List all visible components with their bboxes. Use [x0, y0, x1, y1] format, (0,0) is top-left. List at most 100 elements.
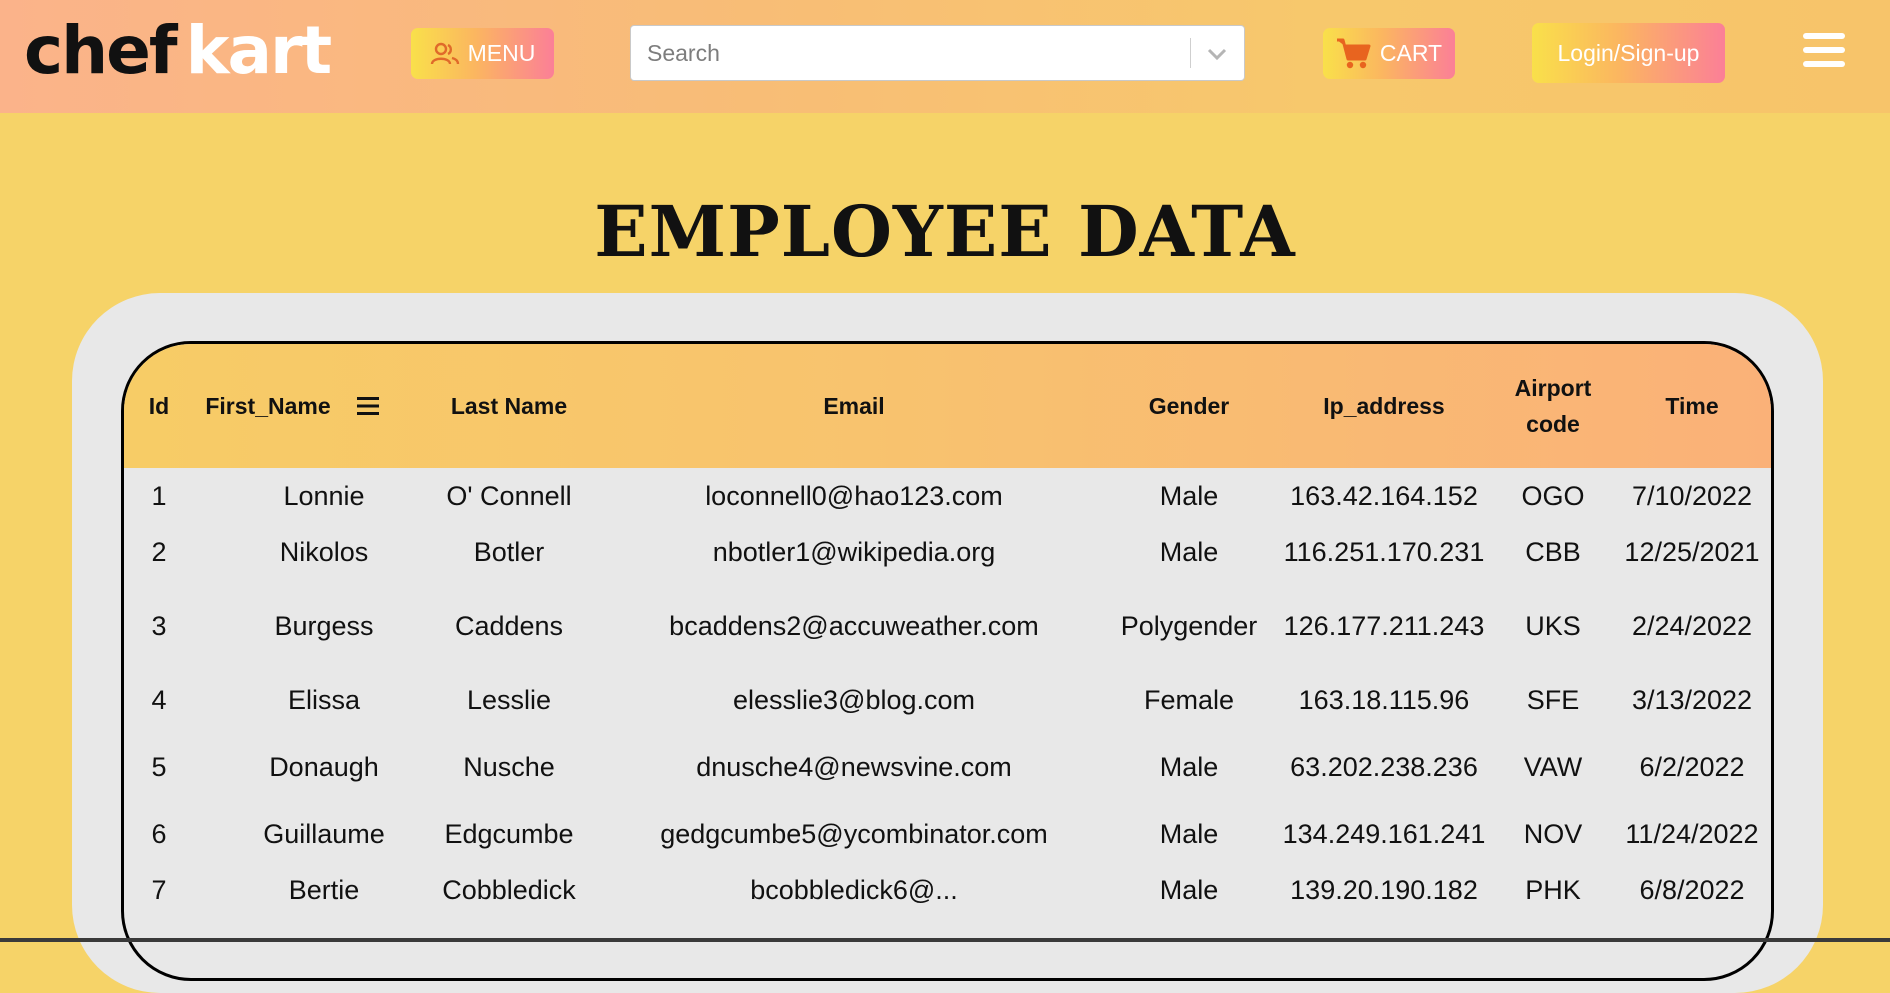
- cell-ip-address: 126.177.211.243: [1283, 610, 1485, 641]
- cell-email: bcobbledick6@...: [750, 874, 958, 905]
- cell-time: 2/24/2022: [1631, 610, 1753, 641]
- search-input[interactable]: [631, 26, 1186, 80]
- cell-last-name: Edgcumbe: [444, 818, 574, 849]
- hamburger-bar: [1803, 47, 1845, 53]
- cell-time: 12/25/2021: [1624, 536, 1760, 567]
- employee-table: Id First_Name Last Name Email Gender Ip_…: [121, 341, 1774, 981]
- cell-airport-code: PHK: [1525, 874, 1581, 905]
- cell-time: 3/13/2022: [1631, 684, 1753, 715]
- table-row[interactable]: 6 Guillaume Edgcumbe gedgcumbe5@ycombina…: [124, 806, 1771, 862]
- cell-id: 2: [151, 536, 167, 567]
- cell-gender: Male: [1159, 874, 1219, 905]
- cell-first-name: Guillaume: [263, 818, 385, 849]
- logo-text-chef: chef: [24, 12, 178, 89]
- search-box[interactable]: [630, 25, 1245, 81]
- cell-gender: Female: [1143, 684, 1235, 715]
- page-title: EMPLOYEE DATA: [594, 190, 1296, 273]
- cell-email: loconnell0@hao123.com: [705, 480, 1003, 511]
- header-airport-code[interactable]: Airport code: [1499, 344, 1607, 468]
- cell-time: 11/24/2022: [1625, 818, 1759, 849]
- cell-airport-code: NOV: [1523, 818, 1583, 849]
- viewport-bottom-edge: [0, 938, 1890, 942]
- cell-email: bcaddens2@accuweather.com: [669, 610, 1039, 641]
- header-gender-label: Gender: [1148, 393, 1230, 419]
- cell-first-name: Nikolos: [279, 536, 369, 567]
- search-divider: [1190, 38, 1191, 68]
- cell-gender: Male: [1159, 751, 1219, 782]
- cell-id: 6: [151, 818, 167, 849]
- bars-icon[interactable]: [356, 396, 379, 416]
- header-first-name[interactable]: First_Name: [194, 344, 390, 468]
- cart-button[interactable]: CART: [1323, 28, 1455, 79]
- header-id-label: Id: [148, 393, 170, 419]
- cell-ip-address: 163.42.164.152: [1290, 480, 1478, 511]
- cell-time: 6/2/2022: [1639, 751, 1745, 782]
- hamburger-icon[interactable]: [1803, 33, 1845, 71]
- cell-last-name: O' Connell: [446, 480, 572, 511]
- table-row[interactable]: 1 Lonnie O' Connell loconnell0@hao123.co…: [124, 468, 1771, 524]
- table-row[interactable]: 5 Donaugh Nusche dnusche4@newsvine.com M…: [124, 728, 1771, 806]
- cell-last-name: Nusche: [463, 751, 555, 782]
- cell-gender: Polygender: [1120, 610, 1258, 641]
- cell-ip-address: 139.20.190.182: [1290, 874, 1478, 905]
- cell-airport-code: OGO: [1521, 480, 1585, 511]
- chefkart-logo[interactable]: chef kart: [24, 16, 332, 86]
- cell-gender: Male: [1159, 480, 1219, 511]
- cell-id: 4: [151, 684, 167, 715]
- chevron-down-icon[interactable]: [1204, 42, 1230, 66]
- table-header: Id First_Name Last Name Email Gender Ip_…: [124, 344, 1771, 468]
- cell-email: elesslie3@blog.com: [732, 684, 976, 715]
- cell-first-name: Elissa: [287, 684, 361, 715]
- cell-id: 5: [151, 751, 167, 782]
- cell-last-name: Lesslie: [466, 684, 552, 715]
- cell-ip-address: 134.249.161.241: [1282, 818, 1486, 849]
- cell-ip-address: 63.202.238.236: [1290, 751, 1478, 782]
- header-id[interactable]: Id: [124, 344, 194, 468]
- header-time[interactable]: Time: [1607, 344, 1771, 468]
- header-email-label: Email: [823, 393, 885, 419]
- header-first-name-label: First_Name: [205, 393, 331, 419]
- hamburger-bar: [1803, 33, 1845, 39]
- cell-airport-code: SFE: [1526, 684, 1580, 715]
- login-signup-button[interactable]: Login/Sign-up: [1532, 23, 1725, 83]
- cell-first-name: Bertie: [288, 874, 360, 905]
- cell-first-name: Lonnie: [283, 480, 365, 511]
- header-email[interactable]: Email: [644, 344, 1064, 468]
- menu-button-label: MENU: [467, 40, 536, 66]
- cell-email: nbotler1@wikipedia.org: [712, 536, 996, 567]
- hamburger-bar: [1803, 61, 1845, 67]
- cell-airport-code: VAW: [1523, 751, 1583, 782]
- header-ip-address[interactable]: Ip_address: [1269, 344, 1499, 468]
- header-last-name[interactable]: Last Name: [424, 344, 594, 468]
- cell-id: 3: [151, 610, 167, 641]
- cell-airport-code: UKS: [1525, 610, 1581, 641]
- cell-email: dnusche4@newsvine.com: [696, 751, 1012, 782]
- cart-icon: [1336, 37, 1372, 71]
- cell-last-name: Cobbledick: [442, 874, 576, 905]
- cell-first-name: Burgess: [274, 610, 374, 641]
- cell-email: gedgcumbe5@ycombinator.com: [660, 818, 1048, 849]
- cell-id: 1: [151, 480, 167, 511]
- logo-text-kart: kart: [185, 12, 333, 89]
- cell-time: 7/10/2022: [1631, 480, 1753, 511]
- header-time-label: Time: [1665, 393, 1719, 419]
- table-row[interactable]: 3 Burgess Caddens bcaddens2@accuweather.…: [124, 580, 1771, 672]
- header-gender[interactable]: Gender: [1109, 344, 1269, 468]
- cart-button-label: CART: [1379, 40, 1443, 66]
- menu-button[interactable]: MENU: [411, 28, 554, 79]
- cell-gender: Male: [1159, 536, 1219, 567]
- cell-id: 7: [151, 874, 167, 905]
- navbar: chefkart MENU CART Login/Si: [0, 0, 1890, 113]
- cell-ip-address: 163.18.115.96: [1298, 684, 1470, 715]
- cell-last-name: Caddens: [454, 610, 564, 641]
- cell-airport-code: CBB: [1525, 536, 1581, 567]
- header-ip-address-label: Ip_address: [1323, 393, 1445, 419]
- cell-time: 6/8/2022: [1639, 874, 1745, 905]
- table-row[interactable]: 4 Elissa Lesslie elesslie3@blog.com Fema…: [124, 672, 1771, 728]
- cell-ip-address: 116.251.170.231: [1283, 536, 1485, 567]
- header-last-name-label: Last Name: [450, 393, 568, 419]
- table-row[interactable]: 7 Bertie Cobbledick bcobbledick6@... Mal…: [124, 862, 1771, 918]
- cell-last-name: Botler: [473, 536, 545, 567]
- table-row[interactable]: 2 Nikolos Botler nbotler1@wikipedia.org …: [124, 524, 1771, 580]
- users-icon: [430, 42, 460, 66]
